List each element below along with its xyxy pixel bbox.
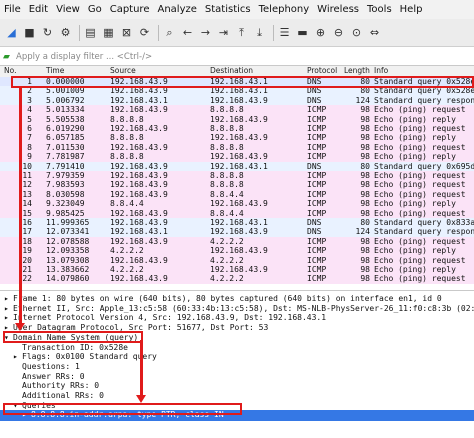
shark-fin-icon[interactable]: ◢ [4, 25, 19, 40]
detail-text: Additional RRs: 0 [22, 391, 104, 400]
stop-icon[interactable]: ■ [22, 25, 37, 40]
packet-length: 98 [360, 274, 370, 284]
menu-item-file[interactable]: File [0, 4, 25, 15]
detail-text: Authority RRs: 0 [22, 381, 100, 391]
back-icon[interactable]: ← [180, 25, 195, 40]
display-filter-input[interactable]: Apply a display filter ... <Ctrl-/> [16, 52, 152, 62]
autoscroll-icon[interactable]: ☰ [277, 25, 292, 40]
column-header-destination[interactable]: Destination [210, 66, 253, 75]
packet-destination: 4.2.2.2 [210, 274, 244, 284]
packet-details: ▸ Frame 1: 80 bytes on wire (640 bits), 8… [0, 290, 474, 438]
collapsed-arrow-icon[interactable]: ▸ [22, 410, 31, 421]
annotation-arrow-line [19, 88, 22, 325]
detail-text: User Datagram Protocol, Src Port: 51677,… [13, 323, 269, 333]
menu-item-capture[interactable]: Capture [106, 4, 154, 15]
menu-item-help[interactable]: Help [396, 4, 427, 15]
column-header-length[interactable]: Length [344, 66, 370, 75]
find-icon[interactable]: ⌕ [162, 25, 177, 40]
detail-text: Transaction ID: 0x528e [22, 342, 128, 352]
detail-text: 8.8.8.8.in-addr.arpa: type PTR, class IN [31, 410, 224, 420]
detail-text: Ethernet II, Src: Apple_13:c5:58 (60:33:… [13, 303, 474, 313]
annotation-arrow-head [15, 323, 25, 331]
annotation-arrow-line [140, 340, 143, 397]
column-header-info[interactable]: Info [374, 66, 388, 75]
options-icon[interactable]: ⚙ [58, 25, 73, 40]
menu-item-tools[interactable]: Tools [363, 4, 396, 15]
toolbar-divider [79, 24, 80, 41]
bookmark-icon[interactable]: ▰ [3, 52, 13, 62]
colorize-icon[interactable]: ▬ [295, 25, 310, 40]
save-icon[interactable]: ▦ [101, 25, 116, 40]
column-header-protocol[interactable]: Protocol [307, 66, 337, 75]
zoom-in-icon[interactable]: ⊕ [313, 25, 328, 40]
resize-columns-icon[interactable]: ⇔ [367, 25, 382, 40]
first-icon[interactable]: ⤒ [234, 25, 249, 40]
packet-info: Echo (ping) request [374, 274, 466, 284]
detail-text: Domain Name System (query) [13, 332, 139, 342]
display-filter-bar[interactable]: ▰ Apply a display filter ... <Ctrl-/> [0, 48, 474, 66]
menu-item-analyze[interactable]: Analyze [153, 4, 200, 15]
normal-size-icon[interactable]: ⊙ [349, 25, 364, 40]
menu-item-edit[interactable]: Edit [25, 4, 52, 15]
menu-item-statistics[interactable]: Statistics [201, 4, 255, 15]
reload-icon[interactable]: ⟳ [137, 25, 152, 40]
goto-icon[interactable]: ⇥ [216, 25, 231, 40]
detail-text: Queries [22, 400, 56, 410]
close-file-icon[interactable]: ⊠ [119, 25, 134, 40]
packet-protocol: ICMP [307, 274, 327, 284]
restart-icon[interactable]: ↻ [40, 25, 55, 40]
toolbar-divider [273, 24, 274, 41]
expanded-arrow-icon[interactable]: ▾ [4, 333, 13, 344]
menu-bar: File Edit View Go Capture Analyze Statistics Te… [0, 0, 474, 19]
packet-time: 14.079860 [46, 274, 90, 284]
last-icon[interactable]: ⤓ [252, 25, 267, 40]
toolbar-divider [158, 24, 159, 41]
packet-list: 1 0.000000 192.168.43.9 192.168.43.1 DNS 80 St… [0, 77, 474, 284]
main-toolbar: ◢ ■ ↻ ⚙ ▤ ▦ ⊠ ⟳ ⌕ ← → ⇥ ⤒ ⤓ ☰ ▬ ⊕ ⊖ ⊙ ⇔ [0, 19, 474, 47]
detail-text: Frame 1: 80 bytes on wire (640 bits), 80… [13, 294, 442, 303]
detail-text: Answer RRs: 0 [22, 371, 85, 381]
detail-text: Flags: 0x0100 Standard query [22, 352, 157, 362]
detail-row[interactable]: ▸ 8.8.8.8.in-addr.arpa: type PTR, class I… [0, 410, 474, 421]
packet-row[interactable]: 22 14.079860 192.168.43.9 4.2.2.2 ICMP 98 Echo… [0, 274, 474, 284]
menu-item-view[interactable]: View [52, 4, 84, 15]
zoom-out-icon[interactable]: ⊖ [331, 25, 346, 40]
column-header-source[interactable]: Source [110, 66, 136, 75]
menu-item-wireless[interactable]: Wireless [313, 4, 363, 15]
detail-text: Internet Protocol Version 4, Src: 192.16… [13, 313, 327, 323]
forward-icon[interactable]: → [198, 25, 213, 40]
menu-item-go[interactable]: Go [84, 4, 106, 15]
detail-text: Questions: 1 [22, 361, 80, 371]
open-icon[interactable]: ▤ [83, 25, 98, 40]
menu-item-telephony[interactable]: Telephony [255, 4, 314, 15]
packet-source: 192.168.43.9 [110, 274, 168, 284]
column-header-time[interactable]: Time [46, 66, 64, 75]
annotation-arrow-head [136, 395, 146, 403]
column-header-no[interactable]: No. [4, 66, 16, 75]
